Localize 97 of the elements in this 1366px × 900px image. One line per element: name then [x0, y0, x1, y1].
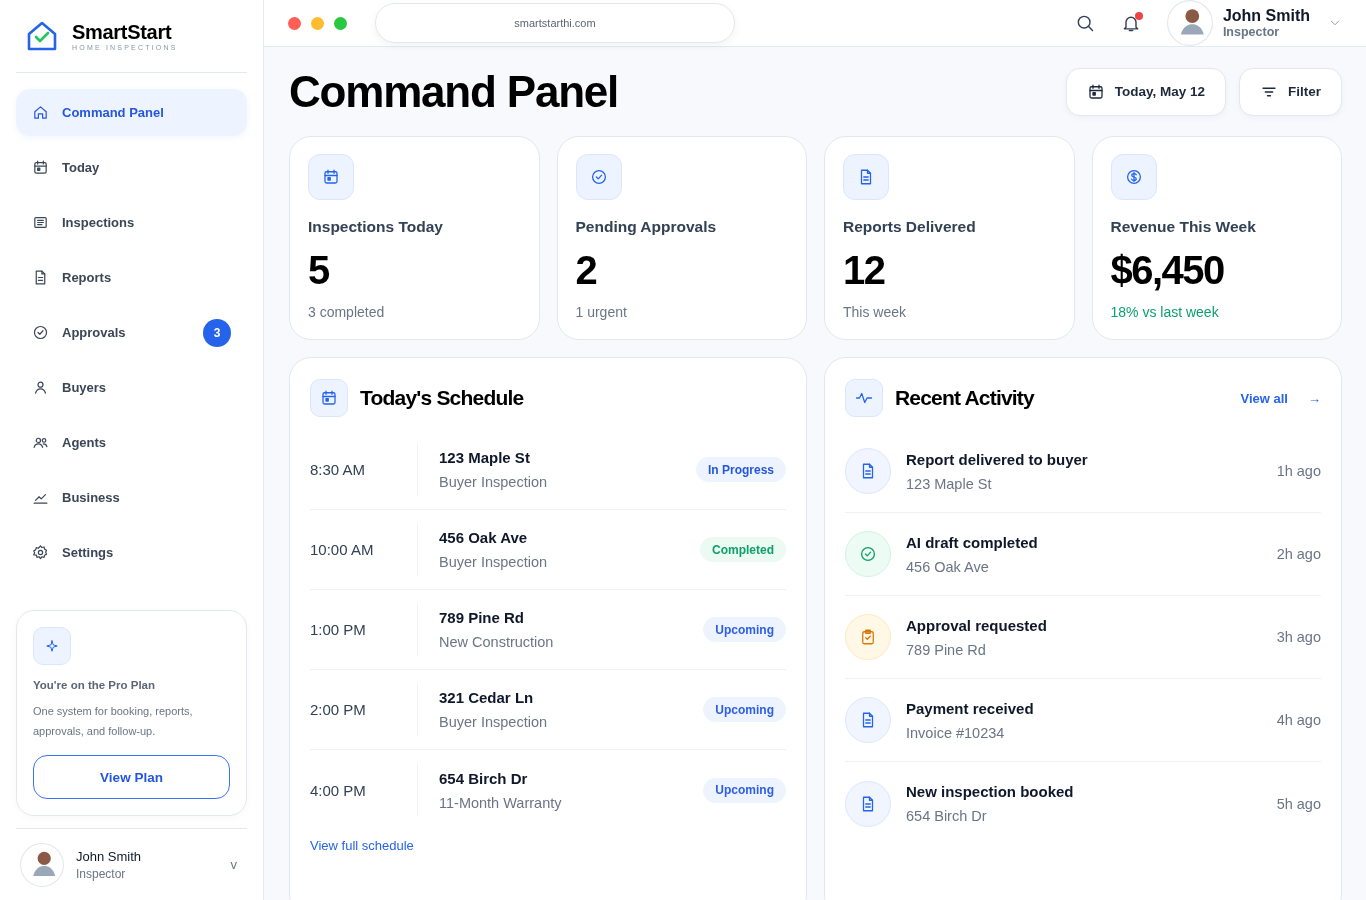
- status-badge: Completed: [700, 537, 786, 562]
- caret-icon[interactable]: v: [230, 857, 243, 872]
- stat-value: 2: [575, 250, 598, 290]
- nav-item[interactable]: Settings: [16, 529, 247, 576]
- sparkle-badge: [33, 627, 71, 665]
- activity-title: New inspection booked: [906, 783, 1075, 800]
- user-name: John Smith: [76, 848, 142, 864]
- stat-value: 12: [843, 250, 886, 290]
- inspection-type: Buyer Inspection: [439, 554, 548, 570]
- schedule-address: 456 Oak Ave: [439, 529, 529, 546]
- nav-item[interactable]: Inspections: [16, 199, 247, 246]
- schedule-address: 123 Maple St: [439, 449, 531, 466]
- view-all-link[interactable]: View all: [1240, 390, 1288, 406]
- icon-badge: [843, 154, 889, 200]
- panel-title: Recent Activity: [895, 386, 1034, 410]
- plan-description: One system for booking, reports, approvals, and follow-up.: [33, 704, 194, 739]
- stat-value: $6,450: [1110, 250, 1225, 290]
- icon-badge: [308, 154, 354, 200]
- count-badge: 3: [203, 318, 231, 347]
- schedule-time: 2:00 PM: [310, 683, 418, 736]
- user-role: Inspector: [76, 866, 127, 881]
- icon-badge: [575, 154, 622, 200]
- status-badge: Upcoming: [703, 777, 786, 803]
- activity-detail: 789 Pine Rd: [906, 641, 987, 658]
- inspection-type: New Construction: [439, 634, 555, 650]
- document-badge: [845, 780, 891, 827]
- status-badge: Upcoming: [703, 617, 786, 642]
- panel-title: Today's Schedule: [360, 386, 524, 410]
- activity-time: 4h ago: [1276, 712, 1321, 728]
- view-schedule-link[interactable]: View full schedule: [310, 838, 414, 853]
- activity-detail: 654 Birch Dr: [906, 808, 988, 824]
- avatar[interactable]: [20, 842, 64, 887]
- brand-name: SmartStart: [72, 21, 173, 44]
- nav-item[interactable]: Business: [16, 474, 247, 521]
- calendar-icon: [1086, 82, 1105, 101]
- date-button[interactable]: Today, May 12: [1065, 67, 1226, 116]
- icon-badge: [1110, 154, 1157, 200]
- person-icon: [32, 379, 49, 396]
- nav-item[interactable]: Reports: [16, 254, 247, 301]
- status-badge: Upcoming: [703, 697, 786, 722]
- schedule-address: 321 Cedar Ln: [439, 689, 535, 706]
- stat-label: Reports Delivered: [843, 218, 977, 236]
- check-badge: [845, 531, 891, 577]
- schedule-time: 1:00 PM: [310, 603, 418, 656]
- nav-item[interactable]: Buyers: [16, 364, 247, 411]
- stat-note: 1 urgent: [575, 304, 628, 320]
- stat-label: Revenue This Week: [1110, 218, 1257, 236]
- user-role: Inspector: [1222, 25, 1281, 39]
- user-name: John Smith: [1222, 7, 1310, 25]
- inspection-type: Buyer Inspection: [439, 714, 548, 730]
- clipboard-badge: [845, 614, 891, 660]
- nav-item[interactable]: Today: [16, 144, 247, 191]
- activity-time: 5h ago: [1276, 795, 1321, 812]
- window-control[interactable]: [288, 16, 301, 30]
- activity-title: AI draft completed: [906, 533, 1039, 551]
- activity-time: 3h ago: [1276, 629, 1321, 645]
- activity-detail: 456 Oak Ave: [906, 558, 990, 575]
- stat-label: Inspections Today: [308, 218, 444, 236]
- activity-time: 2h ago: [1276, 546, 1321, 562]
- stat-note: 3 completed: [308, 304, 386, 320]
- inspection-type: Buyer Inspection: [439, 474, 548, 490]
- document-badge: [845, 448, 891, 494]
- nav-item[interactable]: Agents: [16, 419, 247, 466]
- stat-label: Pending Approvals: [575, 218, 718, 236]
- filter-button[interactable]: Filter: [1239, 67, 1342, 116]
- schedule-time: 10:00 AM: [310, 523, 418, 576]
- page-title: Command Panel: [289, 66, 619, 117]
- avatar[interactable]: [1166, 0, 1213, 46]
- nav-item[interactable]: Command Panel: [16, 89, 247, 136]
- status-badge: In Progress: [695, 457, 786, 482]
- activity-detail: Invoice #10234: [906, 724, 1006, 741]
- arrow-icon[interactable]: →: [1308, 390, 1321, 406]
- stat-note: 18% vs last week: [1110, 304, 1220, 320]
- view-plan-button[interactable]: View Plan: [33, 755, 230, 799]
- activity-detail: 123 Maple St: [906, 475, 993, 492]
- nav-item[interactable]: Approvals 3: [16, 309, 247, 356]
- activity-title: Approval requested: [906, 616, 1048, 634]
- check-circle-icon: [32, 324, 49, 341]
- list-icon: [32, 214, 49, 231]
- activity-time: 1h ago: [1276, 463, 1321, 479]
- calendar-badge: [310, 379, 348, 417]
- schedule-address: 789 Pine Rd: [439, 609, 526, 626]
- schedule-address: 654 Birch Dr: [439, 769, 529, 787]
- stat-note: This week: [843, 304, 908, 320]
- plan-title: You're on the Pro Plan: [33, 679, 155, 691]
- pulse-badge: [845, 379, 883, 417]
- home-icon: [32, 104, 49, 121]
- inspection-type: 11-Month Warranty: [439, 794, 563, 811]
- calendar-icon: [32, 159, 49, 176]
- schedule-time: 4:00 PM: [310, 764, 418, 816]
- schedule-time: 8:30 AM: [310, 443, 418, 496]
- activity-title: Payment received: [906, 699, 1035, 717]
- settings-icon: [32, 544, 49, 561]
- document-badge: [845, 697, 891, 743]
- house-check-logo: [26, 20, 58, 52]
- activity-title: Report delivered to buyer: [906, 450, 1089, 468]
- stat-value: 5: [308, 250, 330, 290]
